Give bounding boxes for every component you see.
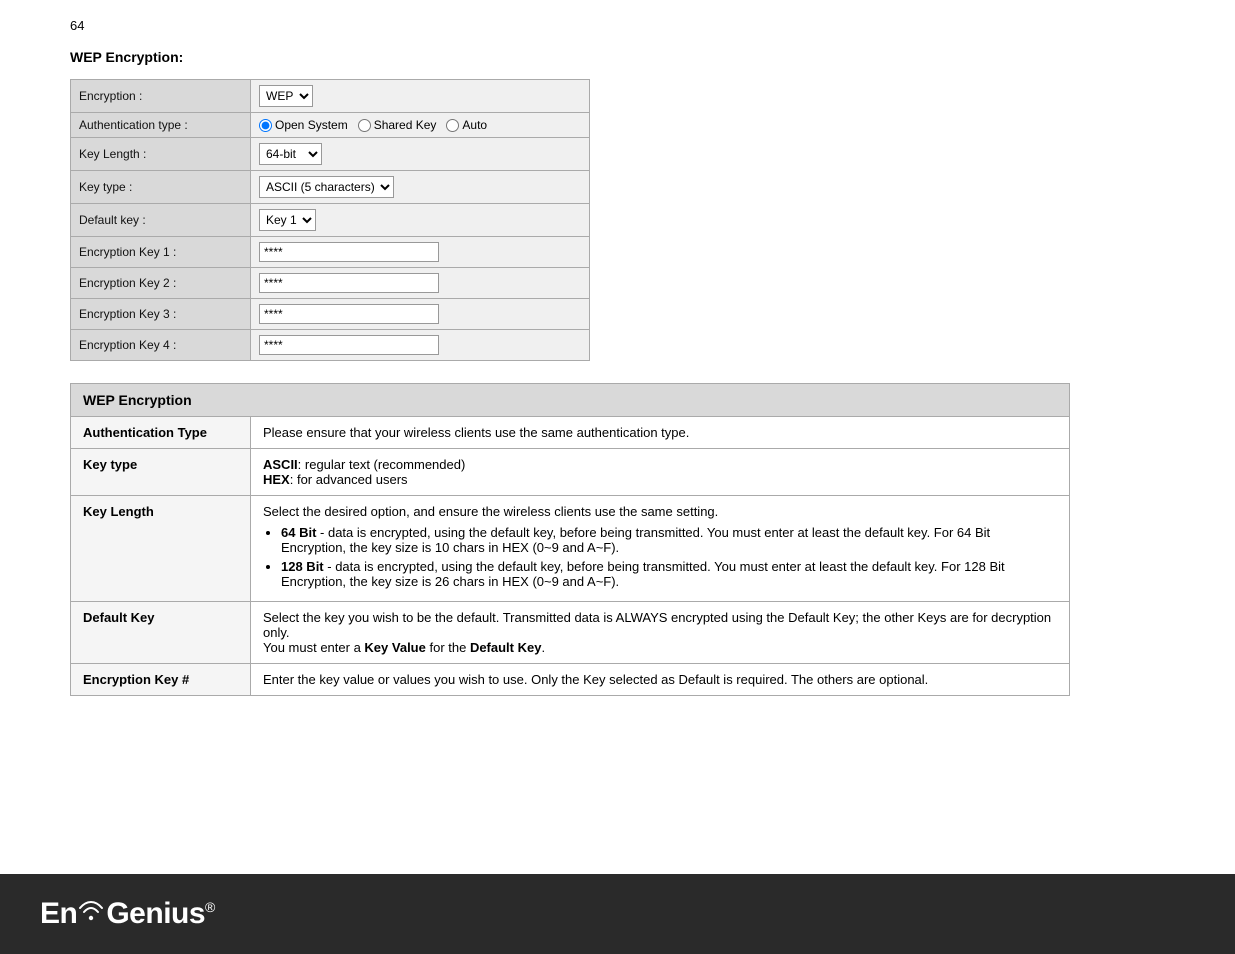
- key-length-row: Key Length : 64-bit 128-bit: [71, 138, 590, 171]
- enc-key4-row: Encryption Key 4 :: [71, 330, 590, 361]
- enc-key-term: Encryption Key #: [71, 664, 251, 696]
- enc-key2-value-cell: [251, 268, 590, 299]
- key-type-select[interactable]: ASCII (5 characters) HEX (10 characters): [259, 176, 394, 198]
- default-key-intro: Select the key you wish to be the defaul…: [263, 610, 1051, 640]
- enc-key1-label: Encryption Key 1 :: [71, 237, 251, 268]
- open-system-radio[interactable]: [259, 119, 272, 132]
- key-length-value-cell: 64-bit 128-bit: [251, 138, 590, 171]
- auto-radio[interactable]: [446, 119, 459, 132]
- encryption-label: Encryption :: [71, 80, 251, 113]
- default-key-select[interactable]: Key 1 Key 2 Key 3 Key 4: [259, 209, 316, 231]
- auth-type-def: Please ensure that your wireless clients…: [251, 417, 1070, 449]
- key-type-term: Key type: [71, 449, 251, 496]
- desc-table: WEP Encryption Authentication Type Pleas…: [70, 383, 1070, 696]
- default-key-value-cell: Key 1 Key 2 Key 3 Key 4: [251, 204, 590, 237]
- auth-type-label: Authentication type :: [71, 113, 251, 138]
- auth-type-value-cell: Open System Shared Key Auto: [251, 113, 590, 138]
- auth-type-desc-row: Authentication Type Please ensure that y…: [71, 417, 1070, 449]
- logo-en: En: [40, 897, 77, 930]
- auth-radio-group: Open System Shared Key Auto: [259, 118, 581, 132]
- enc-key3-value-cell: [251, 299, 590, 330]
- wep-form-table: Encryption : WEP Authentication type : O…: [70, 79, 590, 361]
- enc-key3-input[interactable]: [259, 304, 439, 324]
- auth-type-term: Authentication Type: [71, 417, 251, 449]
- shared-key-option[interactable]: Shared Key: [358, 118, 437, 132]
- auth-type-row: Authentication type : Open System Shared…: [71, 113, 590, 138]
- enc-key3-row: Encryption Key 3 :: [71, 299, 590, 330]
- enc-key-def: Enter the key value or values you wish t…: [251, 664, 1070, 696]
- enc-key-desc-row: Encryption Key # Enter the key value or …: [71, 664, 1070, 696]
- auto-option[interactable]: Auto: [446, 118, 487, 132]
- key-length-label: Key Length :: [71, 138, 251, 171]
- encryption-select[interactable]: WEP: [259, 85, 313, 107]
- desc-header-row: WEP Encryption: [71, 384, 1070, 417]
- default-key-def: Select the key you wish to be the defaul…: [251, 602, 1070, 664]
- enc-key4-input[interactable]: [259, 335, 439, 355]
- footer: En Genius®: [0, 874, 1235, 954]
- hex-label: HEX: for advanced users: [263, 472, 408, 487]
- 64bit-item: 64 Bit - data is encrypted, using the de…: [281, 525, 1057, 555]
- enc-key-intro: Enter the key value or values you wish t…: [263, 672, 928, 687]
- engenius-logo: En Genius®: [40, 897, 215, 931]
- key-type-def: ASCII: regular text (recommended) HEX: f…: [251, 449, 1070, 496]
- key-type-desc-row: Key type ASCII: regular text (recommende…: [71, 449, 1070, 496]
- default-key-term: Default Key: [71, 602, 251, 664]
- open-system-option[interactable]: Open System: [259, 118, 348, 132]
- enc-key4-value-cell: [251, 330, 590, 361]
- default-key-desc-row: Default Key Select the key you wish to b…: [71, 602, 1070, 664]
- enc-key2-input[interactable]: [259, 273, 439, 293]
- key-length-intro: Select the desired option, and ensure th…: [263, 504, 718, 519]
- enc-key3-label: Encryption Key 3 :: [71, 299, 251, 330]
- desc-header: WEP Encryption: [71, 384, 1070, 417]
- key-length-desc-row: Key Length Select the desired option, an…: [71, 496, 1070, 602]
- wifi-icon: [77, 901, 105, 921]
- encryption-row: Encryption : WEP: [71, 80, 590, 113]
- ascii-label: ASCII: regular text (recommended): [263, 457, 465, 472]
- key-type-label: Key type :: [71, 171, 251, 204]
- enc-key1-row: Encryption Key 1 :: [71, 237, 590, 268]
- logo-wifi: [77, 895, 105, 929]
- section-title: WEP Encryption:: [70, 49, 1165, 65]
- encryption-value-cell: WEP: [251, 80, 590, 113]
- key-length-list: 64 Bit - data is encrypted, using the de…: [281, 525, 1057, 589]
- default-key-label: Default key :: [71, 204, 251, 237]
- enc-key4-label: Encryption Key 4 :: [71, 330, 251, 361]
- enc-key1-value-cell: [251, 237, 590, 268]
- shared-key-radio[interactable]: [358, 119, 371, 132]
- page-number: 64: [0, 0, 1235, 39]
- default-key-extra: You must enter a Key Value for the Defau…: [263, 640, 545, 655]
- key-length-select[interactable]: 64-bit 128-bit: [259, 143, 322, 165]
- logo-registered: ®: [205, 899, 215, 915]
- default-key-row: Default key : Key 1 Key 2 Key 3 Key 4: [71, 204, 590, 237]
- enc-key1-input[interactable]: [259, 242, 439, 262]
- key-length-term: Key Length: [71, 496, 251, 602]
- key-length-def: Select the desired option, and ensure th…: [251, 496, 1070, 602]
- enc-key2-label: Encryption Key 2 :: [71, 268, 251, 299]
- logo-genius: Genius: [106, 897, 205, 930]
- key-type-row: Key type : ASCII (5 characters) HEX (10 …: [71, 171, 590, 204]
- key-type-value-cell: ASCII (5 characters) HEX (10 characters): [251, 171, 590, 204]
- 128bit-item: 128 Bit - data is encrypted, using the d…: [281, 559, 1057, 589]
- enc-key2-row: Encryption Key 2 :: [71, 268, 590, 299]
- logo-text: En Genius®: [40, 897, 215, 931]
